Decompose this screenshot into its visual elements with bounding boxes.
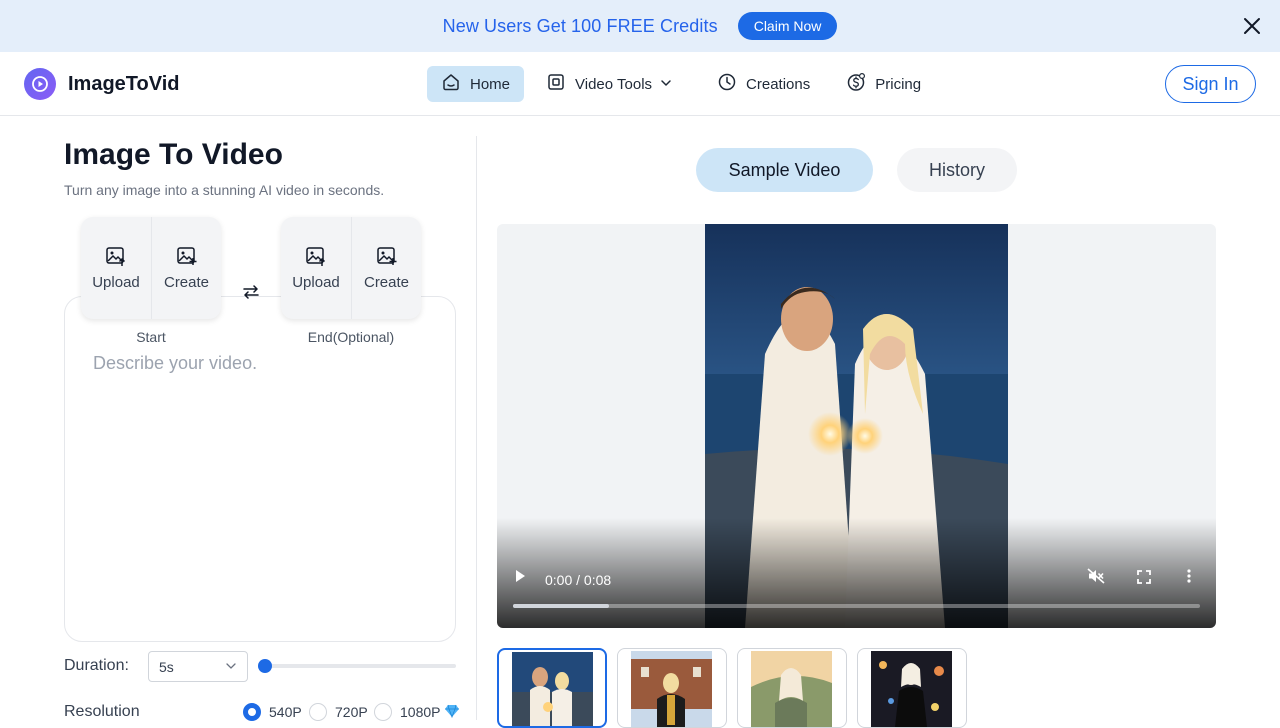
sample-thumbnail[interactable] bbox=[617, 648, 727, 728]
start-create-button[interactable]: Create bbox=[151, 217, 221, 319]
video-controls: 0:00 / 0:08 bbox=[497, 518, 1216, 628]
thumbnail-image bbox=[512, 652, 593, 726]
start-frame-slot: Upload Create bbox=[81, 217, 221, 319]
start-upload-button[interactable]: Upload bbox=[81, 217, 151, 319]
radio-button[interactable] bbox=[309, 703, 327, 721]
duration-value: 5s bbox=[159, 658, 174, 675]
prompt-input[interactable] bbox=[93, 353, 433, 623]
nav-label-pricing: Pricing bbox=[875, 75, 922, 93]
logo-icon bbox=[24, 68, 56, 100]
brand-name: ImageToVid bbox=[68, 72, 180, 95]
start-upload-label: Upload bbox=[92, 273, 140, 291]
slider-track bbox=[258, 664, 456, 668]
thumbnail-image bbox=[871, 651, 952, 727]
chevron-down-icon bbox=[225, 659, 237, 675]
mute-icon[interactable] bbox=[1087, 568, 1105, 589]
resolution-option-540p[interactable]: 540P bbox=[243, 703, 302, 721]
clock-icon bbox=[717, 72, 746, 96]
radio-button[interactable] bbox=[243, 703, 261, 721]
video-tools-icon bbox=[546, 72, 575, 96]
diamond-icon bbox=[444, 704, 460, 721]
chevron-down-icon bbox=[660, 76, 681, 93]
resolution-option-label: 540P bbox=[269, 704, 302, 720]
resolution-label: Resolution bbox=[64, 703, 140, 720]
nav-item-video-tools[interactable]: Video Tools bbox=[532, 66, 695, 102]
image-create-icon bbox=[376, 246, 398, 274]
end-upload-button[interactable]: Upload bbox=[281, 217, 351, 319]
resolution-option-1080p[interactable]: 1080P bbox=[374, 703, 460, 721]
video-progress-bar[interactable] bbox=[513, 604, 1200, 608]
sample-thumbnail[interactable] bbox=[497, 648, 607, 728]
slider-thumb[interactable] bbox=[258, 659, 272, 673]
fullscreen-icon[interactable] bbox=[1137, 570, 1151, 589]
promo-text: New Users Get 100 FREE Credits bbox=[442, 15, 718, 36]
end-create-button[interactable]: Create bbox=[351, 217, 421, 319]
main-menu: Home Video Tools Creations Pricing bbox=[427, 66, 943, 102]
duration-slider[interactable] bbox=[258, 659, 456, 673]
page-title: Image To Video bbox=[64, 138, 283, 171]
more-options-icon[interactable] bbox=[1186, 568, 1192, 589]
nav-label-video-tools: Video Tools bbox=[575, 75, 653, 93]
image-create-icon bbox=[176, 246, 198, 274]
swap-icon[interactable] bbox=[240, 282, 262, 302]
brand-logo[interactable]: ImageToVid bbox=[24, 68, 180, 100]
panel-divider bbox=[476, 136, 477, 720]
video-player[interactable]: 0:00 / 0:08 bbox=[497, 224, 1216, 628]
nav-label-home: Home bbox=[470, 75, 511, 93]
top-navigation: ImageToVid Home Video Tools Creations Pr… bbox=[0, 52, 1280, 116]
nav-item-creations[interactable]: Creations bbox=[703, 66, 824, 102]
play-icon[interactable] bbox=[513, 568, 527, 589]
end-upload-label: Upload bbox=[292, 273, 340, 291]
start-caption: Start bbox=[136, 329, 166, 345]
thumbnail-image bbox=[751, 651, 832, 727]
resolution-option-label: 1080P bbox=[400, 704, 441, 720]
radio-button[interactable] bbox=[374, 703, 392, 721]
nav-item-home[interactable]: Home bbox=[427, 66, 525, 102]
duration-select[interactable]: 5s bbox=[148, 651, 248, 682]
sample-thumbnail[interactable] bbox=[857, 648, 967, 728]
prompt-box bbox=[64, 296, 456, 642]
video-progress-fill bbox=[513, 604, 610, 608]
nav-label-creations: Creations bbox=[746, 75, 811, 93]
dollar-icon bbox=[846, 72, 875, 96]
tab-sample-video[interactable]: Sample Video bbox=[696, 148, 873, 192]
claim-now-button[interactable]: Claim Now bbox=[737, 12, 838, 40]
end-create-label: Create bbox=[363, 273, 410, 291]
sign-in-button[interactable]: Sign In bbox=[1165, 65, 1256, 103]
page-subtitle: Turn any image into a stunning AI video … bbox=[64, 182, 385, 198]
duration-label: Duration: bbox=[64, 657, 129, 674]
start-create-label: Create bbox=[163, 273, 210, 291]
thumbnail-image bbox=[631, 651, 712, 727]
close-icon[interactable] bbox=[1238, 12, 1266, 40]
resolution-option-720p[interactable]: 720P bbox=[309, 703, 368, 721]
image-upload-icon bbox=[105, 246, 127, 274]
end-frame-slot: Upload Create bbox=[281, 217, 421, 319]
tab-history[interactable]: History bbox=[897, 148, 1017, 192]
resolution-option-label: 720P bbox=[335, 704, 368, 720]
nav-item-pricing[interactable]: Pricing bbox=[832, 66, 935, 102]
end-caption: End(Optional) bbox=[307, 329, 395, 345]
video-time: 0:00 / 0:08 bbox=[545, 572, 612, 588]
image-upload-icon bbox=[305, 246, 327, 274]
home-icon bbox=[441, 72, 470, 96]
sample-thumbnail[interactable] bbox=[737, 648, 847, 728]
promo-banner: New Users Get 100 FREE Credits Claim Now bbox=[0, 0, 1280, 52]
